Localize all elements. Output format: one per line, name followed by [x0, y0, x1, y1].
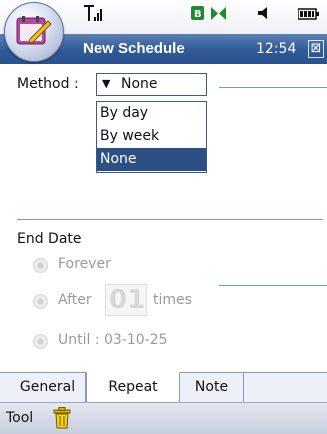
- end-date-label: End Date: [17, 231, 82, 247]
- tab-bar: General Repeat Note: [0, 372, 327, 403]
- after-label: After: [58, 292, 92, 308]
- tab-general[interactable]: General: [10, 373, 86, 403]
- after-count-stepper[interactable]: 01: [105, 284, 147, 316]
- battery-indicator-icon: B: [191, 6, 226, 20]
- dropdown-arrow-icon: ▼: [102, 77, 111, 90]
- speaker-icon: [258, 7, 267, 19]
- close-button[interactable]: ⊠: [308, 40, 324, 58]
- method-dropdown-list: By day By week None: [96, 101, 207, 173]
- calendar-app-icon: [4, 2, 64, 62]
- method-selected-value: None: [121, 76, 158, 92]
- tool-menu[interactable]: Tool: [6, 410, 33, 426]
- tab-repeat[interactable]: Repeat: [86, 372, 180, 403]
- method-option-none[interactable]: None: [97, 148, 206, 171]
- divider: [219, 87, 327, 88]
- forever-label: Forever: [58, 256, 111, 272]
- page-title: New Schedule: [83, 40, 185, 57]
- until-label[interactable]: Until : 03-10-25: [58, 332, 168, 348]
- calendar-icon: [16, 16, 52, 45]
- method-label: Method :: [17, 76, 79, 92]
- divider: [219, 285, 327, 286]
- clock: 12:54: [256, 41, 297, 57]
- method-select[interactable]: ▼ None: [96, 73, 207, 96]
- svg-text:B: B: [194, 9, 202, 20]
- until-radio[interactable]: [33, 334, 48, 349]
- forever-radio[interactable]: [33, 258, 48, 273]
- tab-note[interactable]: Note: [180, 373, 244, 403]
- divider: [17, 219, 323, 220]
- battery-icon: [298, 8, 319, 20]
- after-count-value: 01: [109, 285, 146, 315]
- bottom-toolbar: Tool: [0, 402, 327, 434]
- after-radio[interactable]: [33, 294, 48, 309]
- trash-icon[interactable]: [53, 407, 71, 429]
- method-option-by-week[interactable]: By week: [97, 125, 206, 148]
- times-label: times: [153, 292, 192, 308]
- method-option-by-day[interactable]: By day: [97, 102, 206, 125]
- signal-strength-icon: [84, 5, 102, 21]
